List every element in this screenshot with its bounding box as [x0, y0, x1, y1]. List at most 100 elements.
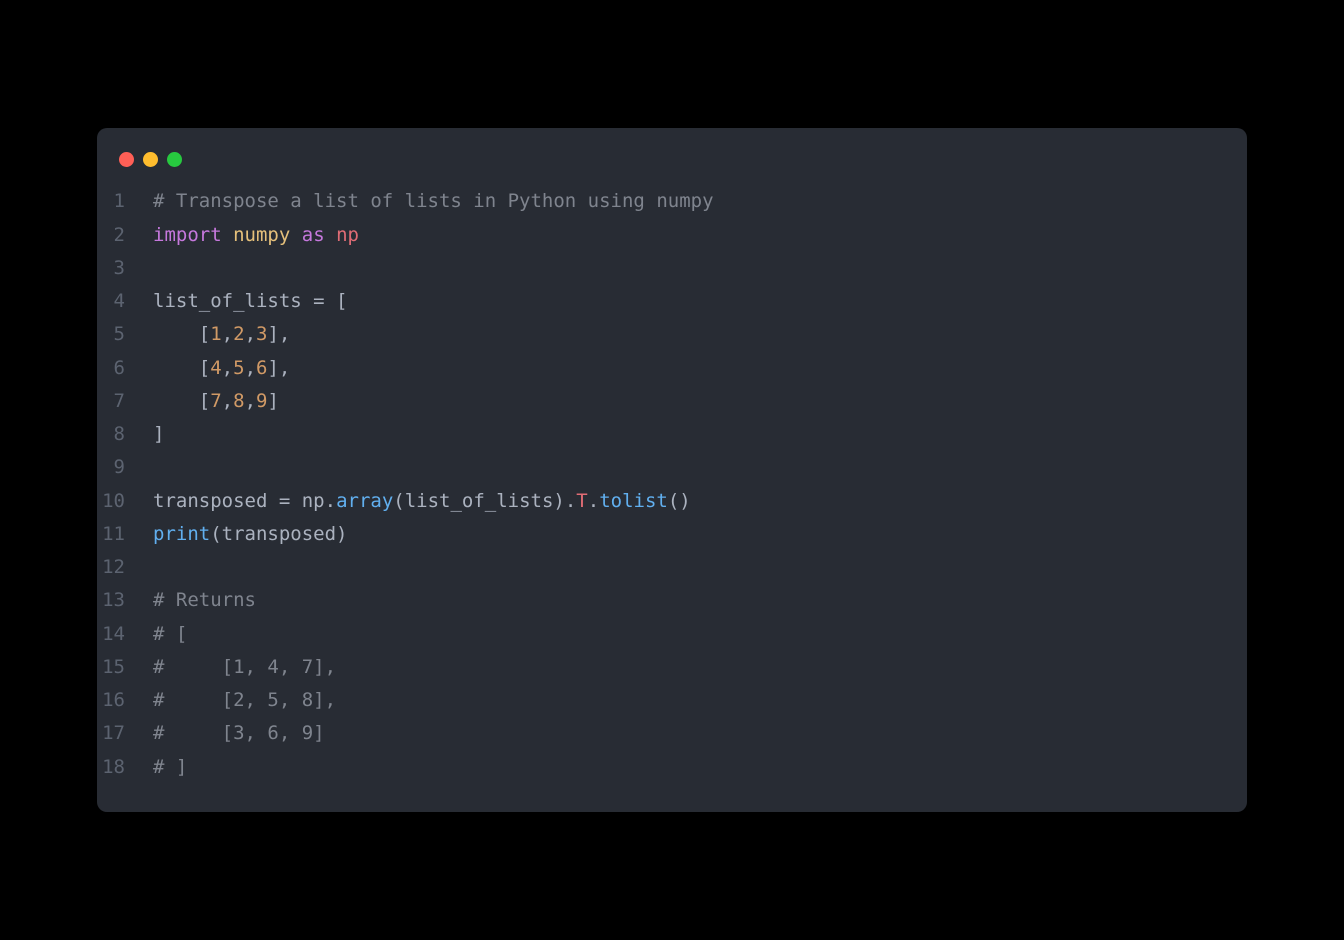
code-content: [7,8,9]: [153, 385, 279, 418]
token-default: [: [153, 390, 210, 412]
code-editor[interactable]: 1# Transpose a list of lists in Python u…: [97, 185, 1247, 784]
code-content: [153, 451, 164, 484]
token-num: 7: [210, 390, 221, 412]
token-default: ],: [267, 323, 290, 345]
code-line: 9: [97, 451, 1247, 484]
token-default: (list_of_lists).: [393, 490, 576, 512]
code-line: 5 [1,2,3],: [97, 318, 1247, 351]
token-builtin: print: [153, 523, 210, 545]
token-comment: # Transpose a list of lists in Python us…: [153, 190, 714, 212]
zoom-icon[interactable]: [167, 152, 182, 167]
token-fn: tolist: [599, 490, 668, 512]
token-comment: # [: [153, 623, 187, 645]
token-comment: # [2, 5, 8],: [153, 689, 336, 711]
code-content: # Returns: [153, 584, 256, 617]
line-number: 16: [97, 684, 153, 717]
token-comment: # ]: [153, 756, 187, 778]
token-default: .: [588, 490, 599, 512]
code-line: 8]: [97, 418, 1247, 451]
token-default: transposed: [153, 490, 279, 512]
token-comment: # [1, 4, 7],: [153, 656, 336, 678]
line-number: 6: [97, 352, 153, 385]
token-default: [222, 224, 233, 246]
token-num: 3: [256, 323, 267, 345]
code-content: [4,5,6],: [153, 352, 290, 385]
code-content: # [3, 6, 9]: [153, 717, 325, 750]
token-as-kw: as: [302, 224, 325, 246]
token-default: ,: [222, 323, 233, 345]
token-num: 5: [233, 357, 244, 379]
token-default: (transposed): [210, 523, 347, 545]
window-titlebar: [97, 152, 1247, 185]
code-content: ]: [153, 418, 164, 451]
token-default: ,: [245, 323, 256, 345]
code-line: 14# [: [97, 618, 1247, 651]
code-line: 12: [97, 551, 1247, 584]
token-default: [: [153, 357, 210, 379]
token-default: np.: [290, 490, 336, 512]
token-num: 1: [210, 323, 221, 345]
line-number: 5: [97, 318, 153, 351]
token-default: [325, 224, 336, 246]
token-prop: T: [576, 490, 587, 512]
line-number: 18: [97, 751, 153, 784]
line-number: 13: [97, 584, 153, 617]
token-default: [290, 224, 301, 246]
code-line: 17# [3, 6, 9]: [97, 717, 1247, 750]
close-icon[interactable]: [119, 152, 134, 167]
line-number: 1: [97, 185, 153, 218]
token-default: ,: [245, 390, 256, 412]
token-alias: np: [336, 224, 359, 246]
line-number: 15: [97, 651, 153, 684]
code-window: 1# Transpose a list of lists in Python u…: [97, 128, 1247, 812]
token-module: numpy: [233, 224, 290, 246]
code-content: # ]: [153, 751, 187, 784]
line-number: 14: [97, 618, 153, 651]
code-content: transposed = np.array(list_of_lists).T.t…: [153, 485, 691, 518]
token-default: ]: [153, 423, 164, 445]
code-line: 6 [4,5,6],: [97, 352, 1247, 385]
code-content: [153, 252, 164, 285]
token-num: 9: [256, 390, 267, 412]
code-content: # [: [153, 618, 187, 651]
line-number: 17: [97, 717, 153, 750]
code-line: 13# Returns: [97, 584, 1247, 617]
code-content: print(transposed): [153, 518, 347, 551]
code-content: [1,2,3],: [153, 318, 290, 351]
token-default: list_of_lists: [153, 290, 313, 312]
code-line: 15# [1, 4, 7],: [97, 651, 1247, 684]
line-number: 7: [97, 385, 153, 418]
code-line: 16# [2, 5, 8],: [97, 684, 1247, 717]
code-line: 3: [97, 252, 1247, 285]
token-op: =: [313, 290, 324, 312]
code-line: 4list_of_lists = [: [97, 285, 1247, 318]
code-content: # Transpose a list of lists in Python us…: [153, 185, 714, 218]
code-line: 11print(transposed): [97, 518, 1247, 551]
code-content: [153, 551, 164, 584]
minimize-icon[interactable]: [143, 152, 158, 167]
code-content: # [1, 4, 7],: [153, 651, 336, 684]
code-content: import numpy as np: [153, 219, 359, 252]
token-import-kw: import: [153, 224, 222, 246]
code-line: 18# ]: [97, 751, 1247, 784]
token-num: 2: [233, 323, 244, 345]
code-content: list_of_lists = [: [153, 285, 348, 318]
token-op: =: [279, 490, 290, 512]
line-number: 12: [97, 551, 153, 584]
token-num: 8: [233, 390, 244, 412]
token-num: 6: [256, 357, 267, 379]
token-default: ,: [245, 357, 256, 379]
token-default: (): [668, 490, 691, 512]
code-line: 7 [7,8,9]: [97, 385, 1247, 418]
token-default: ,: [222, 390, 233, 412]
line-number: 2: [97, 219, 153, 252]
token-default: ]: [267, 390, 278, 412]
line-number: 10: [97, 485, 153, 518]
token-default: [: [325, 290, 348, 312]
token-default: ],: [267, 357, 290, 379]
token-default: [: [153, 323, 210, 345]
line-number: 8: [97, 418, 153, 451]
token-comment: # Returns: [153, 589, 256, 611]
token-default: ,: [222, 357, 233, 379]
line-number: 9: [97, 451, 153, 484]
